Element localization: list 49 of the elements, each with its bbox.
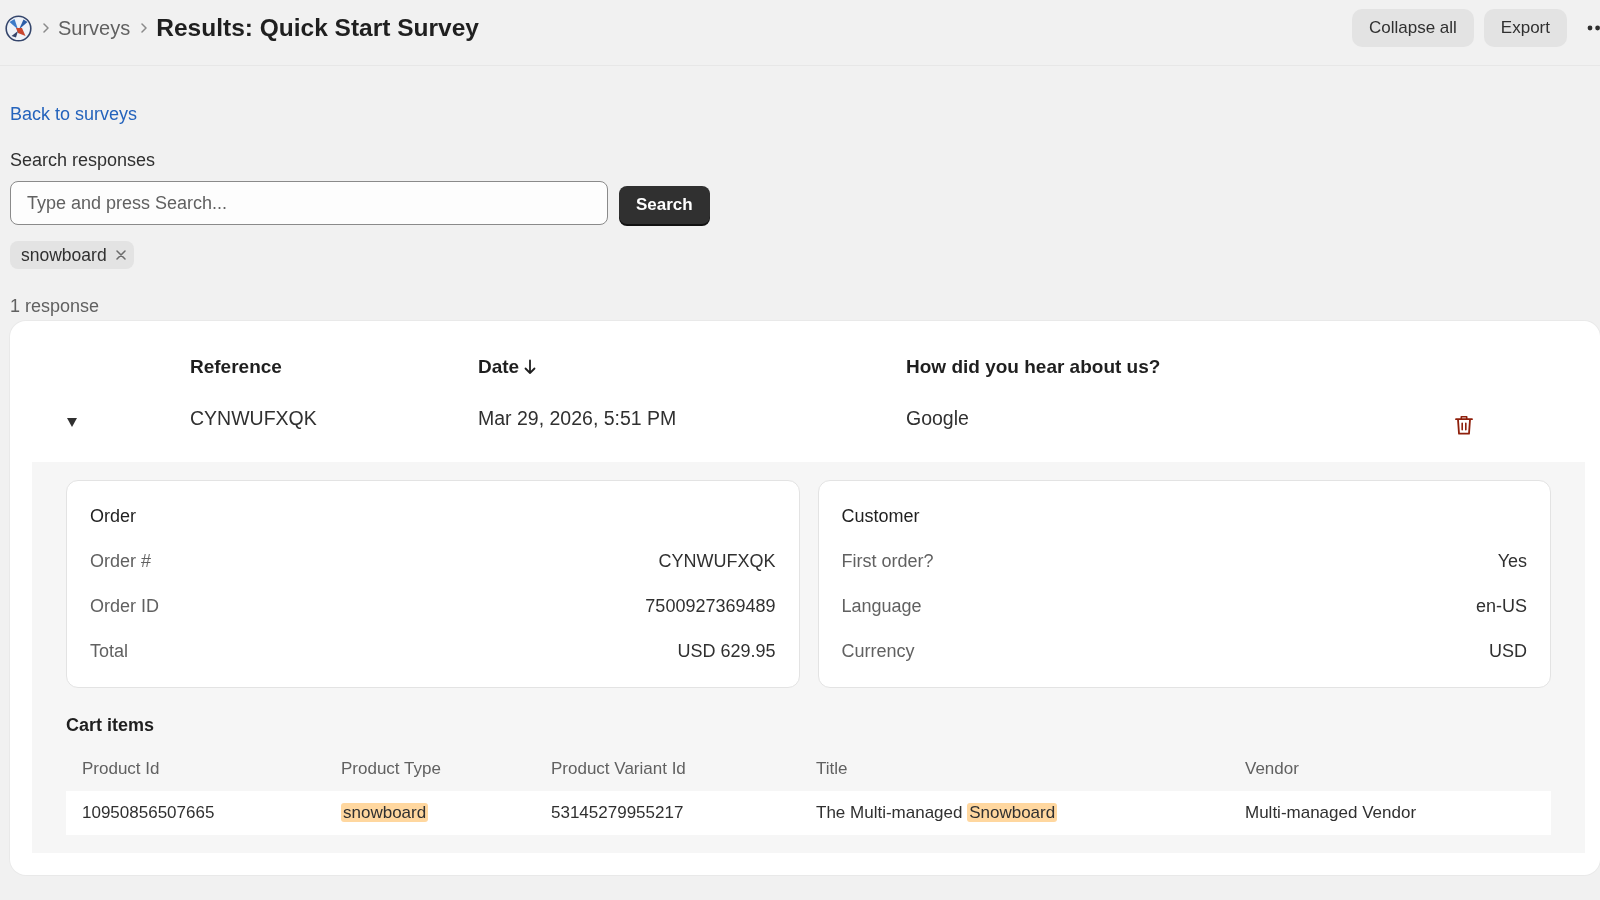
card-title: Order — [90, 506, 136, 526]
table-cell: Google — [906, 406, 969, 430]
close-icon[interactable] — [115, 250, 126, 260]
column-header: Product Variant Id — [550, 759, 686, 779]
logo-icon — [5, 14, 32, 42]
table-cell: Mar 29, 2026, 5:51 PM — [478, 406, 677, 430]
field-label: First order? — [841, 550, 934, 573]
card-title: Customer — [841, 506, 920, 526]
table-cell-text: Multi-managed Vendor — [1244, 803, 1417, 823]
column-header: Vendor — [1244, 759, 1299, 779]
chevron-icon — [141, 23, 148, 33]
filter-label: snowboard — [21, 244, 107, 266]
column-header: Product Type — [340, 759, 441, 779]
trash-icon[interactable] — [1455, 415, 1473, 435]
field-value: USD 629.95 — [677, 640, 776, 663]
column-header: Product Id — [81, 759, 160, 779]
field-label: Order # — [90, 550, 152, 573]
table-cell-text: snowboard — [340, 803, 429, 823]
field-value: Yes — [1497, 550, 1527, 573]
column-header: How did you hear about us? — [906, 355, 1161, 379]
header-button[interactable]: Collapse all — [1351, 9, 1474, 47]
disclosure-triangle-icon[interactable] — [67, 417, 77, 427]
field-value: CYNWUFXQK — [658, 550, 776, 573]
field-label: Total — [90, 640, 129, 663]
field-label: Search responses — [10, 149, 156, 171]
field-value: 7500927369489 — [645, 595, 776, 618]
column-header: Title — [815, 759, 848, 779]
search-button[interactable]: Search — [619, 186, 710, 224]
more-icon[interactable] — [1587, 25, 1600, 31]
back-link[interactable]: Back to surveys — [10, 104, 138, 124]
breadcrumb-link[interactable]: Surveys — [58, 16, 131, 40]
table-cell: CYNWUFXQK — [190, 406, 317, 430]
field-value: USD — [1489, 640, 1527, 663]
field-value: en-US — [1475, 595, 1527, 618]
chevron-icon — [43, 23, 49, 33]
column-header: Reference — [190, 355, 282, 379]
field-label: Order ID — [90, 595, 159, 618]
field-label: Language — [841, 595, 922, 618]
table-cell-text: 10950856507665 — [81, 803, 215, 823]
table-cell-text: 53145279955217 — [550, 803, 684, 823]
result-count: 1 response — [10, 295, 100, 317]
header-button[interactable]: Export — [1483, 9, 1567, 47]
page-title: Results: Quick Start Survey — [156, 14, 479, 42]
search-field[interactable]: Type and press Search... — [10, 181, 608, 225]
field-label: Currency — [841, 640, 915, 663]
section-title: Cart items — [66, 714, 155, 737]
column-header: Date — [478, 355, 520, 379]
arrow-down-icon[interactable] — [524, 359, 537, 375]
table-cell-text: The Multi-managed Snowboard — [815, 803, 1058, 823]
